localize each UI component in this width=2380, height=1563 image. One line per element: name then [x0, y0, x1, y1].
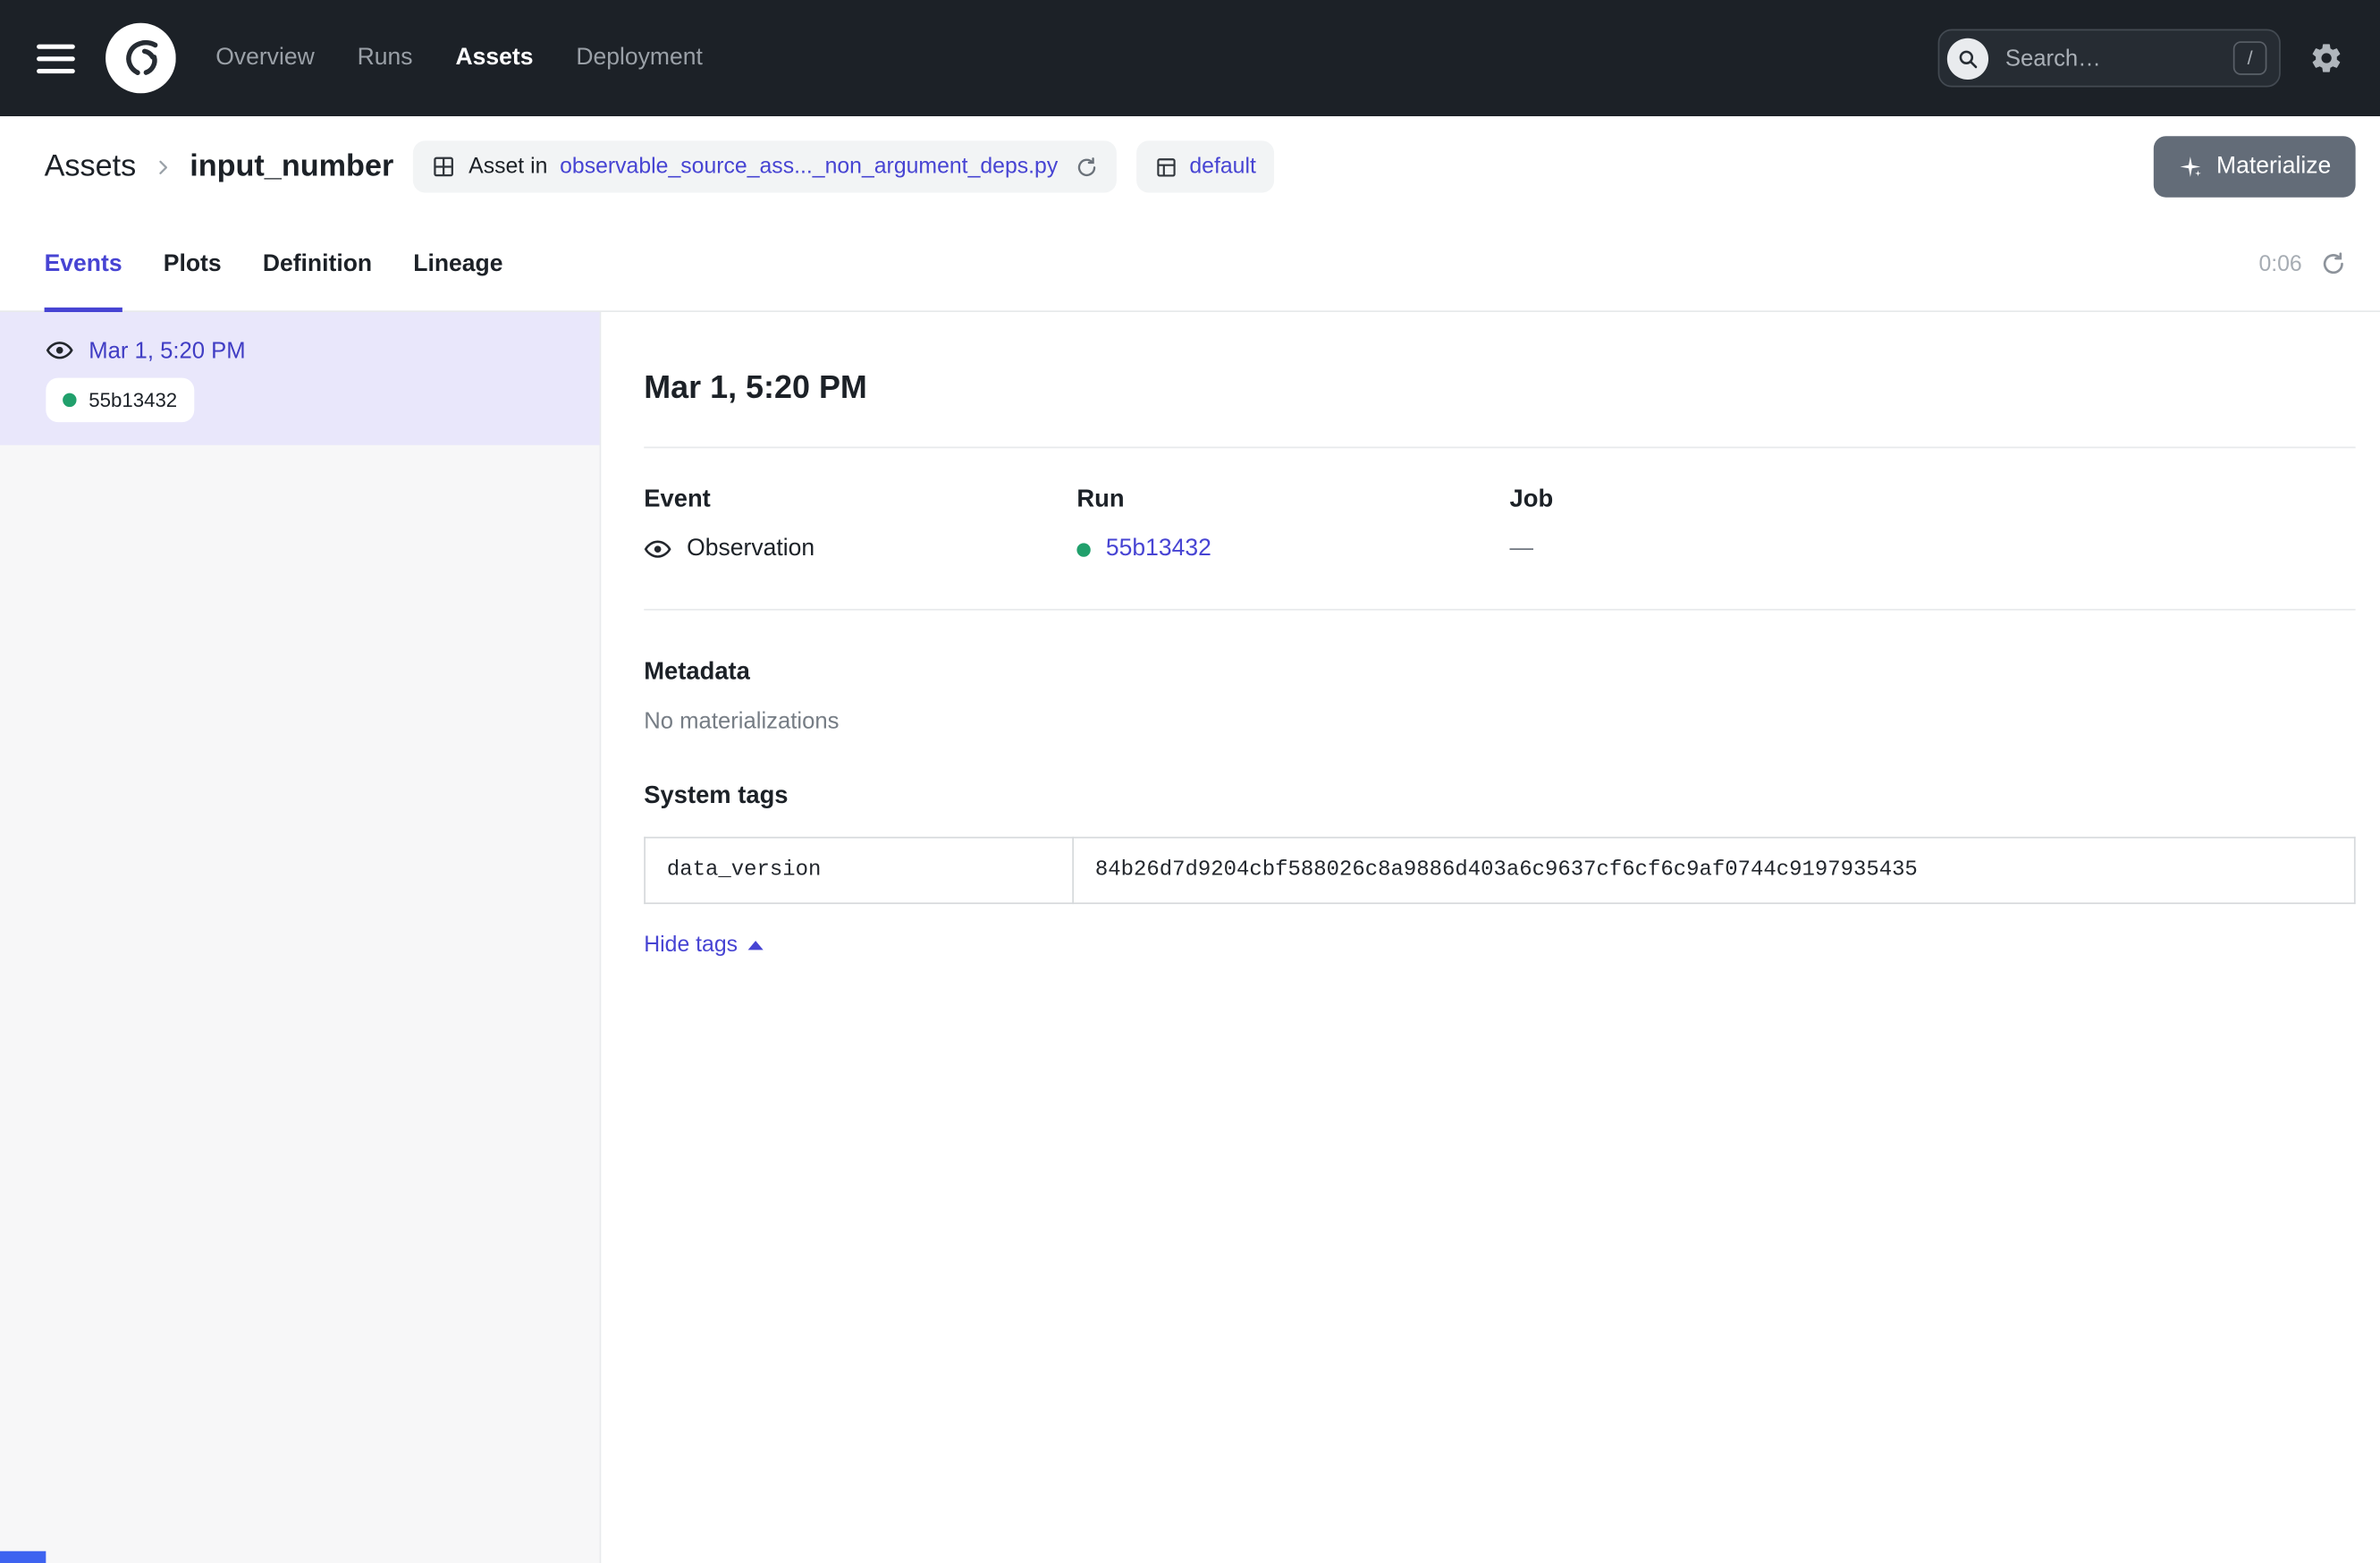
event-detail-title: Mar 1, 5:20 PM [644, 370, 2355, 407]
eye-icon [46, 336, 73, 364]
main-nav: Overview Runs Assets Deployment [215, 45, 703, 72]
breadcrumb-current: input_number [190, 149, 393, 184]
event-column-label: Event [644, 486, 1076, 514]
reload-definition-icon[interactable] [1070, 156, 1098, 179]
materialize-label: Materialize [2216, 153, 2331, 181]
menu-button[interactable] [37, 44, 75, 73]
run-id-text: 55b13432 [89, 389, 177, 412]
nav-overview[interactable]: Overview [215, 45, 315, 72]
tabs-right-controls: 0:06 [2258, 251, 2346, 277]
job-column-label: Job [1510, 486, 1943, 514]
tabs-bar: Events Plots Definition Lineage 0:06 [0, 217, 2380, 312]
nav-runs[interactable]: Runs [358, 45, 413, 72]
chevron-right-icon [153, 156, 173, 176]
breadcrumb: Assets input_number [45, 149, 394, 184]
app-root: Overview Runs Assets Deployment / Assets [0, 0, 2380, 1563]
breadcrumb-assets-link[interactable]: Assets [45, 149, 137, 184]
bottom-left-accent [0, 1551, 46, 1563]
search-shortcut-key: / [2233, 41, 2267, 75]
event-detail-panel: Mar 1, 5:20 PM Event Observation [601, 312, 2380, 1563]
group-grid-icon [1154, 156, 1177, 179]
event-column-value: Observation [644, 536, 1076, 563]
table-row: data_version 84b26d7d9204cbf588026c8a988… [645, 838, 2355, 904]
search-icon [1947, 38, 1988, 79]
group-chip[interactable]: default [1136, 140, 1275, 192]
dagster-logo[interactable] [105, 23, 176, 94]
hide-tags-label: Hide tags [644, 934, 738, 958]
system-tags-heading: System tags [644, 783, 2355, 811]
run-column-value: 55b13432 [1076, 536, 1509, 563]
search-input[interactable] [2002, 44, 2219, 73]
asset-location-chip: Asset in observable_source_ass..._non_ar… [414, 140, 1117, 192]
nav-deployment[interactable]: Deployment [576, 45, 703, 72]
tag-value-cell: 84b26d7d9204cbf588026c8a9886d403a6c9637c… [1073, 838, 2355, 904]
page-header: Assets input_number Asset in observable_… [0, 116, 2380, 217]
run-status-dot [63, 393, 76, 407]
dagster-logo-icon [105, 23, 176, 94]
refresh-timer: 0:06 [2258, 251, 2301, 275]
asset-definition-file-link[interactable]: observable_source_ass..._non_argument_de… [560, 155, 1058, 179]
tag-key-cell: data_version [645, 838, 1073, 904]
event-timestamp: Mar 1, 5:20 PM [89, 337, 245, 363]
eye-icon [644, 536, 671, 563]
top-nav: Overview Runs Assets Deployment / [0, 0, 2380, 116]
tab-definition[interactable]: Definition [263, 217, 372, 310]
metadata-heading: Metadata [644, 659, 2355, 687]
run-column: Run 55b13432 [1076, 486, 1509, 563]
system-tags-table: data_version 84b26d7d9204cbf588026c8a988… [644, 837, 2355, 904]
nav-assets[interactable]: Assets [455, 45, 533, 72]
job-column: Job — [1510, 486, 1943, 563]
hide-tags-link[interactable]: Hide tags [644, 934, 764, 958]
run-id-link[interactable]: 55b13432 [1106, 536, 1211, 563]
event-list-item[interactable]: Mar 1, 5:20 PM 55b13432 [0, 312, 600, 445]
materialize-button[interactable]: Materialize [2154, 136, 2356, 197]
asset-chip-prefix: Asset in [468, 155, 547, 179]
sparkle-icon [2178, 155, 2202, 179]
tab-events[interactable]: Events [45, 217, 122, 310]
event-summary-columns: Event Observation Run [644, 486, 2355, 563]
event-column: Event Observation [644, 486, 1076, 563]
divider [644, 609, 2355, 611]
tab-lineage[interactable]: Lineage [413, 217, 502, 310]
run-status-dot [1076, 542, 1090, 555]
run-id-chip[interactable]: 55b13432 [46, 378, 194, 423]
job-column-value: — [1510, 536, 1943, 563]
metadata-empty-text: No materializations [644, 708, 2355, 734]
run-column-label: Run [1076, 486, 1509, 514]
group-chip-label[interactable]: default [1189, 155, 1256, 179]
settings-gear-icon[interactable] [2309, 41, 2343, 75]
job-empty-dash: — [1510, 536, 1534, 563]
search-box[interactable]: / [1938, 30, 2281, 88]
event-item-header: Mar 1, 5:20 PM [46, 336, 562, 364]
table-grid-icon [432, 155, 456, 179]
divider [644, 447, 2355, 449]
content-area: Mar 1, 5:20 PM 55b13432 Mar 1, 5:20 PM E… [0, 312, 2380, 1563]
tab-plots[interactable]: Plots [164, 217, 222, 310]
caret-up-icon [748, 941, 764, 950]
event-type-text: Observation [687, 536, 814, 563]
refresh-icon[interactable] [2320, 251, 2346, 277]
event-list-panel: Mar 1, 5:20 PM 55b13432 [0, 312, 601, 1563]
